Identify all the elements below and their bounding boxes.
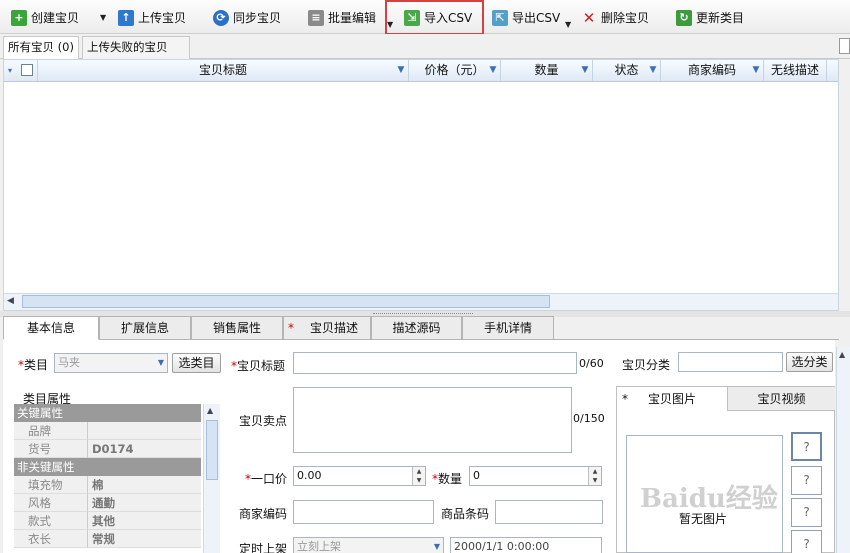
col-title[interactable]: 宝贝标题 ▼ — [38, 60, 409, 81]
tab-all-items[interactable]: 所有宝贝 (0) — [3, 36, 79, 60]
merchant-code-label: 商家编码 — [239, 507, 288, 521]
barcode-input[interactable] — [495, 500, 603, 524]
shop-category-input[interactable] — [678, 352, 783, 372]
col-mobile-desc[interactable]: 无线描述 — [764, 60, 827, 81]
scroll-up-icon[interactable]: ▲ — [207, 406, 213, 415]
batch-edit-button[interactable]: ≡ 批量编辑 — [308, 4, 376, 31]
barcode-label: 商品条码 — [441, 507, 490, 521]
scroll-left-icon[interactable]: ◀ — [7, 296, 14, 306]
grid-horizontal-scrollbar[interactable]: ◀ — [4, 293, 838, 310]
chevron-down-icon: ▼ — [157, 358, 164, 367]
category-select[interactable]: 马夹 ▼ — [54, 353, 168, 373]
col-quantity[interactable]: 数量 ▼ — [501, 60, 593, 81]
schedule-select[interactable]: 立刻上架 ▼ — [293, 537, 444, 553]
col-price[interactable]: 价格（元） ▼ — [409, 60, 501, 81]
export-csv-button[interactable]: ⇱ 导出CSV — [492, 4, 560, 31]
tab-description-source[interactable]: 描述源码 — [371, 316, 462, 340]
merchant-code-input[interactable] — [293, 500, 434, 524]
watermark: Baidu经验 — [640, 484, 778, 514]
tab-item-description[interactable]: * 宝贝描述 — [283, 316, 371, 340]
import-csv-highlight — [385, 0, 484, 35]
plus-icon: + — [11, 9, 27, 26]
tab-mobile-details[interactable]: 手机详情 — [462, 316, 554, 340]
upload-icon: ↑ — [118, 9, 134, 26]
schedule-datetime-input[interactable]: 2000/1/1 0:00:00 — [450, 537, 602, 553]
scrollbar-thumb[interactable] — [206, 420, 218, 480]
chevron-down-icon: ▼ — [433, 542, 440, 551]
upload-item-button[interactable]: ↑ 上传宝贝 — [118, 4, 186, 31]
update-category-button[interactable]: ↻ 更新类目 — [676, 4, 744, 31]
select-all-checkbox[interactable] — [21, 64, 33, 76]
prop-row[interactable]: 风格 通勤 — [14, 494, 201, 512]
filter-icon[interactable]: ▼ — [649, 65, 657, 75]
price-label: *一口价 — [245, 472, 288, 486]
picture-slot[interactable]: ? — [791, 530, 822, 553]
prop-row[interactable]: 衣长 常规 — [14, 530, 201, 548]
selling-points-count: 0/150 — [573, 412, 605, 425]
col-status[interactable]: 状态 ▼ — [593, 60, 661, 81]
create-item-button[interactable]: + 创建宝贝 — [11, 4, 79, 31]
grid-header: ▾ 宝贝标题 ▼ 价格（元） ▼ 数量 ▼ 状态 ▼ 商家编码 ▼ 无线描述 — [4, 60, 838, 82]
export-icon: ⇱ — [492, 9, 508, 26]
refresh-category-icon: ↻ — [676, 9, 692, 26]
increment-icon[interactable]: ▲ — [588, 467, 601, 476]
tab-basic-info[interactable]: 基本信息 — [3, 316, 99, 340]
prop-row[interactable]: 品牌 — [14, 422, 201, 440]
delete-item-button[interactable]: ✕ 删除宝贝 — [581, 4, 649, 31]
category-label: *类目 — [18, 358, 49, 372]
detail-tabs: 基本信息 扩展信息 销售属性 * 宝贝描述 描述源码 手机详情 — [3, 316, 839, 340]
filter-icon[interactable]: ▼ — [489, 65, 497, 75]
picture-slot[interactable]: ? — [791, 466, 822, 495]
prop-row[interactable]: 款式 其他 — [14, 512, 201, 530]
quantity-label: *数量 — [432, 472, 463, 486]
tab-item-pictures[interactable]: * 宝贝图片 — [617, 387, 728, 411]
quantity-stepper[interactable]: 0 ▲ ▼ — [469, 466, 602, 486]
scroll-up-icon[interactable]: ▲ — [839, 350, 845, 359]
choose-category-button[interactable]: 选类目 — [172, 353, 221, 373]
price-stepper[interactable]: 0.00 ▲ ▼ — [293, 466, 426, 486]
sort-arrow-icon[interactable]: ▾ — [8, 60, 12, 81]
item-list-tabs: 所有宝贝 (0) 上传失败的宝贝 (0) — [0, 34, 850, 75]
tab-item-video[interactable]: 宝贝视频 — [728, 387, 835, 411]
picture-slot[interactable]: ? — [791, 498, 822, 527]
delete-x-icon: ✕ — [582, 8, 596, 27]
shop-category-label: 宝贝分类 — [622, 358, 671, 372]
scrollbar-thumb[interactable] — [22, 295, 550, 308]
filter-icon[interactable]: ▼ — [397, 65, 405, 75]
select-all-cell: ▾ — [4, 60, 38, 81]
tab-sales-attributes[interactable]: 销售属性 — [191, 316, 283, 340]
prop-row[interactable]: 填充物棉 — [14, 476, 201, 494]
choose-shop-category-button[interactable]: 选分类 — [786, 352, 833, 372]
prop-row[interactable]: 货号 D0174 — [14, 440, 201, 458]
filter-icon[interactable]: ▼ — [752, 65, 760, 75]
sync-icon: ⟳ — [213, 9, 229, 26]
selling-points-textarea[interactable] — [293, 387, 572, 453]
title-input[interactable] — [293, 352, 577, 374]
increment-icon[interactable]: ▲ — [412, 467, 425, 476]
picture-slot[interactable]: ? — [791, 432, 822, 461]
props-vertical-scrollbar[interactable]: ▲ — [203, 404, 220, 553]
category-props-table: 关键属性 品牌 货号 D0174 非关键属性 填充物棉 风格 通勤 款式 其他 衣长常… — [14, 404, 201, 553]
filter-icon[interactable]: ▼ — [581, 65, 589, 75]
export-dropdown-arrow[interactable]: ▼ — [565, 20, 571, 29]
tab-upload-failed[interactable]: 上传失败的宝贝 (0) — [82, 36, 190, 75]
title-count: 0/60 — [579, 357, 604, 370]
tab-extended-info[interactable]: 扩展信息 — [99, 316, 191, 340]
title-label: *宝贝标题 — [231, 359, 286, 373]
nonkey-props-group: 非关键属性 — [14, 458, 201, 476]
selling-points-label: 宝贝卖点 — [239, 414, 288, 428]
document-edit-icon: ≡ — [308, 9, 324, 26]
panel-close-button[interactable] — [839, 38, 850, 54]
key-props-group: 关键属性 — [14, 404, 201, 422]
item-grid: ▾ 宝贝标题 ▼ 价格（元） ▼ 数量 ▼ 状态 ▼ 商家编码 ▼ 无线描述 ◀ — [3, 59, 839, 311]
schedule-label: 定时上架 — [239, 542, 288, 553]
sync-item-button[interactable]: ⟳ 同步宝贝 — [213, 4, 281, 31]
decrement-icon[interactable]: ▼ — [588, 476, 601, 485]
create-dropdown-arrow[interactable]: ▼ — [100, 13, 106, 22]
col-merchant-code[interactable]: 商家编码 ▼ — [661, 60, 764, 81]
decrement-icon[interactable]: ▼ — [412, 476, 425, 485]
form-vertical-scrollbar[interactable]: ▲ — [836, 347, 850, 553]
